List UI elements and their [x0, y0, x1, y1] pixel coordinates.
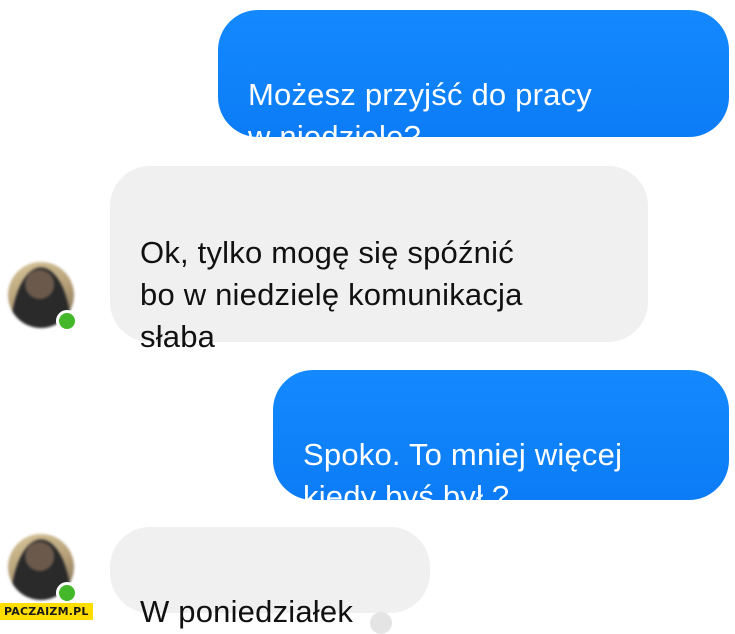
message-text: Ok, tylko mogę się spóźnić bo w niedziel… [140, 235, 523, 354]
incoming-message-bubble[interactable]: Ok, tylko mogę się spóźnić bo w niedziel… [110, 166, 648, 354]
message-text: Możesz przyjść do pracy w niedzielę? [248, 77, 592, 154]
contact-avatar[interactable] [8, 262, 78, 334]
contact-avatar[interactable] [8, 534, 78, 606]
watermark-logo: PACZAIZM.PL [0, 603, 93, 620]
outgoing-message-bubble[interactable]: Spoko. To mniej więcej kiedy byś był ? [273, 370, 729, 514]
message-text: W poniedziałek [140, 594, 354, 629]
message-text: Spoko. To mniej więcej kiedy byś był ? [303, 437, 623, 514]
seen-indicator-icon [370, 612, 392, 634]
online-status-icon [56, 582, 78, 604]
incoming-message-bubble[interactable]: W poniedziałek [110, 527, 430, 629]
outgoing-message-bubble[interactable]: Możesz przyjść do pracy w niedzielę? [218, 10, 729, 154]
online-status-icon [56, 310, 78, 332]
